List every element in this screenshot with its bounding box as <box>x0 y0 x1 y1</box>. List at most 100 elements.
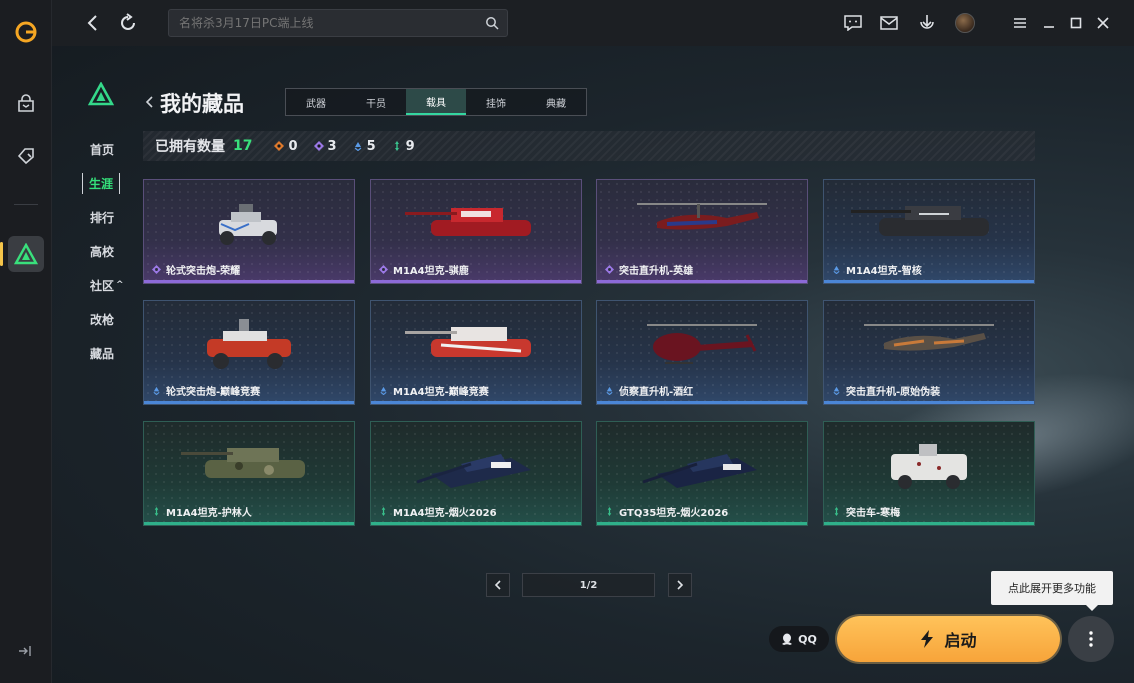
title-back-icon[interactable] <box>143 94 155 110</box>
gamepad-tag-icon[interactable] <box>12 142 40 170</box>
tab-charms[interactable]: 挂饰 <box>466 89 526 115</box>
vehicle-image <box>627 194 777 248</box>
rarity-strip <box>371 522 581 525</box>
vehicle-name: M1A4坦克-护林人 <box>152 504 252 519</box>
download-icon[interactable] <box>916 12 938 34</box>
vehicle-name: 突击直升机-英雄 <box>605 262 693 277</box>
mail-icon[interactable] <box>878 12 900 34</box>
stat-green: 9 <box>392 139 415 154</box>
blue-rarity-icon <box>153 386 160 395</box>
vehicle-image <box>637 315 767 379</box>
more-features-tooltip: 点此展开更多功能 <box>991 571 1113 611</box>
qq-button[interactable]: QQ <box>769 626 829 652</box>
vehicle-name: GTQ35坦克-烟火2026 <box>605 504 728 519</box>
tab-weapons[interactable]: 武器 <box>286 89 346 115</box>
vehicle-name: M1A4坦克-智核 <box>832 262 922 277</box>
qq-icon <box>782 633 793 645</box>
owned-stats-bar: 已拥有数量 17 0 3 5 9 <box>143 131 1035 161</box>
side-nav: 首页 生涯 排行 高校 社区 ^ 改枪 藏品 <box>80 132 130 370</box>
game-icon[interactable] <box>8 236 44 272</box>
vehicle-image <box>199 315 299 379</box>
vehicle-card[interactable]: M1A4坦克-护林人 <box>143 421 355 526</box>
close-icon[interactable] <box>1092 12 1114 34</box>
nav-item-ranking[interactable]: 排行 <box>80 200 130 234</box>
nav-item-community[interactable]: 社区 ^ <box>80 268 130 302</box>
vehicle-name: M1A4坦克-巅峰竞赛 <box>379 383 489 398</box>
app-logo-icon[interactable] <box>14 20 38 44</box>
rarity-strip <box>371 401 581 404</box>
more-vertical-icon <box>1089 631 1093 647</box>
more-options-button[interactable] <box>1068 616 1114 662</box>
prev-page-button[interactable] <box>486 573 510 597</box>
maximize-icon[interactable] <box>1065 12 1087 34</box>
purple-rarity-icon <box>379 265 388 274</box>
tab-archive[interactable]: 典藏 <box>526 89 586 115</box>
vehicle-image <box>401 194 551 248</box>
minimize-icon[interactable] <box>1038 12 1060 34</box>
rail-divider <box>14 204 38 205</box>
vehicle-card[interactable]: GTQ35坦克-烟火2026 <box>596 421 808 526</box>
orange-rarity-icon <box>274 141 285 151</box>
game-logo-icon <box>88 82 114 106</box>
purple-rarity-icon <box>313 141 324 151</box>
rarity-strip <box>144 401 354 404</box>
vehicle-card[interactable]: 突击直升机-原始伪装 <box>823 300 1035 405</box>
chevron-right-icon <box>677 580 684 590</box>
nav-item-collection[interactable]: 藏品 <box>80 336 130 370</box>
blue-rarity-icon <box>380 386 387 395</box>
vehicle-card[interactable]: M1A4坦克-智核 <box>823 179 1035 284</box>
message-icon[interactable] <box>842 12 864 34</box>
rarity-strip <box>371 280 581 283</box>
rarity-strip <box>597 401 807 404</box>
refresh-icon[interactable] <box>117 12 139 34</box>
owned-label: 已拥有数量 <box>155 139 225 155</box>
search-icon[interactable] <box>485 16 499 30</box>
rarity-strip <box>144 522 354 525</box>
nav-item-career[interactable]: 生涯 <box>80 166 130 200</box>
launch-button[interactable]: 启动 <box>837 616 1060 662</box>
rarity-strip <box>597 522 807 525</box>
search-input[interactable] <box>169 10 459 36</box>
vehicle-name: 轮式突击炮-巅峰竞赛 <box>152 383 260 398</box>
search-box[interactable] <box>168 9 508 37</box>
vehicle-image <box>401 315 551 369</box>
vehicle-image <box>637 436 767 500</box>
vehicle-image <box>209 194 289 258</box>
nav-item-gunsmith[interactable]: 改枪 <box>80 302 130 336</box>
nav-item-college[interactable]: 高校 <box>80 234 130 268</box>
store-icon[interactable] <box>12 90 40 118</box>
tab-vehicles[interactable]: 载具 <box>406 89 466 115</box>
vehicle-card[interactable]: M1A4坦克-巅峰竞赛 <box>370 300 582 405</box>
vehicle-card[interactable]: 突击直升机-英雄 <box>596 179 808 284</box>
owned-total: 17 <box>233 138 253 154</box>
purple-rarity-icon <box>605 265 614 274</box>
stat-blue: 5 <box>353 139 376 154</box>
page-indicator: 1/2 <box>522 573 655 597</box>
back-icon[interactable] <box>82 12 104 34</box>
vehicle-image <box>849 194 1009 248</box>
nav-item-home[interactable]: 首页 <box>80 132 130 166</box>
vehicle-name: 侦察直升机-酒红 <box>605 383 693 398</box>
avatar[interactable] <box>955 13 975 33</box>
blue-rarity-icon <box>354 142 361 151</box>
stat-orange: 0 <box>274 139 298 154</box>
vehicle-card[interactable]: 轮式突击炮-巅峰竞赛 <box>143 300 355 405</box>
blue-rarity-icon <box>833 265 840 274</box>
green-rarity-icon <box>381 507 386 516</box>
vehicle-card[interactable]: 突击车-寒梅 <box>823 421 1035 526</box>
collection-tabs: 武器 干员 载具 挂饰 典藏 <box>285 88 587 116</box>
vehicle-card[interactable]: M1A4坦克-骐鹿 <box>370 179 582 284</box>
rarity-strip <box>824 401 1034 404</box>
blue-rarity-icon <box>833 386 840 395</box>
vehicle-name: 突击直升机-原始伪装 <box>832 383 940 398</box>
tab-operators[interactable]: 干员 <box>346 89 406 115</box>
top-bar <box>52 0 1134 46</box>
vehicle-card[interactable]: 轮式突击炮-荣耀 <box>143 179 355 284</box>
next-page-button[interactable] <box>668 573 692 597</box>
vehicle-image <box>879 436 979 500</box>
collapse-icon[interactable] <box>17 643 33 659</box>
vehicle-card[interactable]: 侦察直升机-酒红 <box>596 300 808 405</box>
menu-icon[interactable] <box>1009 12 1031 34</box>
vehicle-card[interactable]: M1A4坦克-烟火2026 <box>370 421 582 526</box>
green-rarity-icon <box>834 507 839 516</box>
